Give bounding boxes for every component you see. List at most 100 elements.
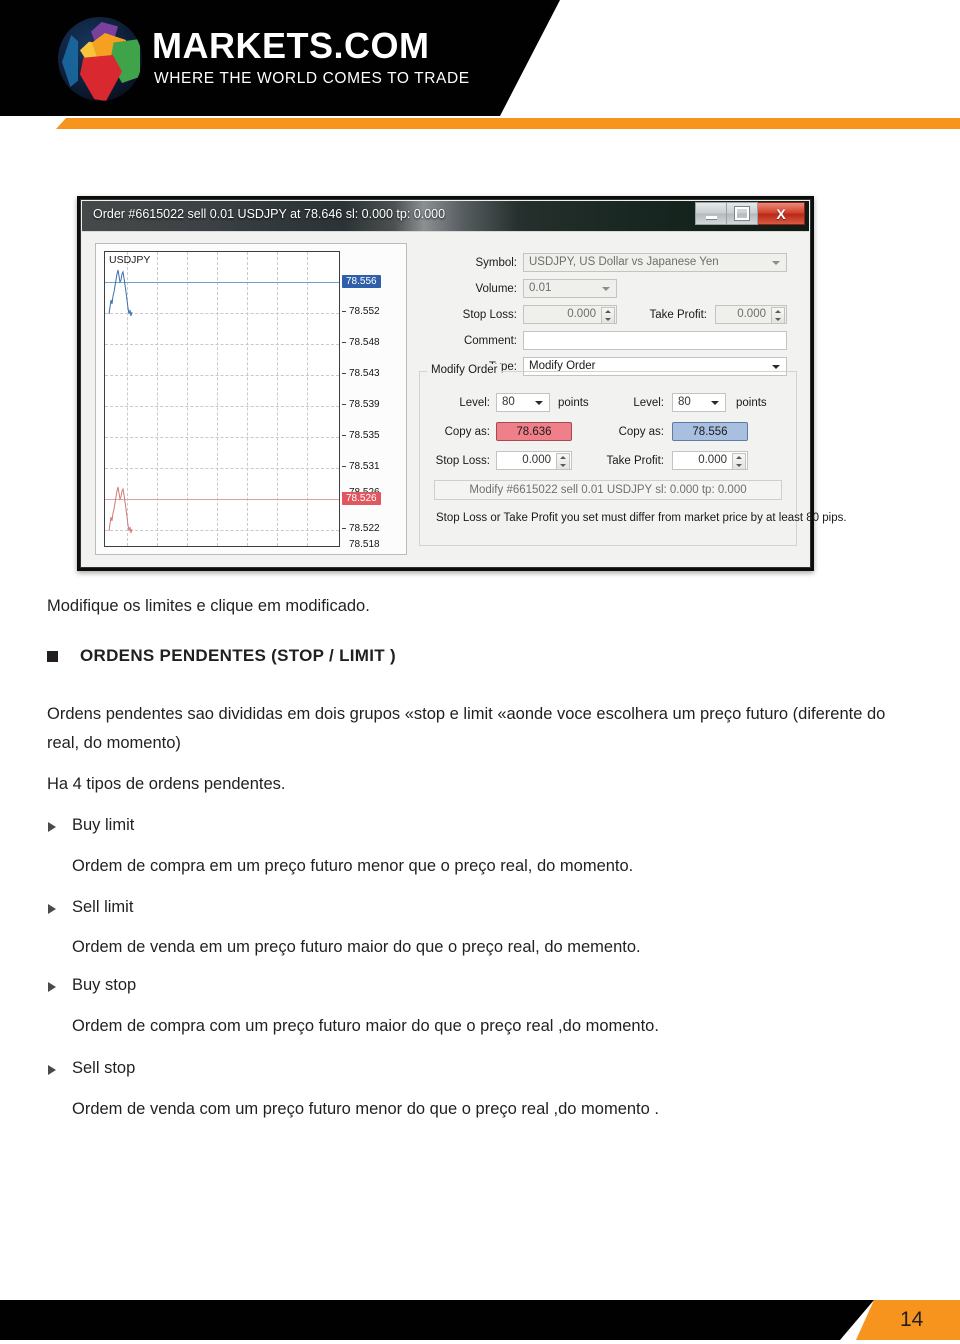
stop-loss-input[interactable]: 0.000 <box>523 305 617 324</box>
price-tick: 78.522 <box>342 523 380 534</box>
dialog-body: USDJPY 78.556 78.552 78.548 78.543 78.53… <box>82 231 847 567</box>
chart-symbol-label: USDJPY <box>109 254 151 266</box>
globe-logo-icon <box>58 17 142 101</box>
symbol-value: USDJPY, US Dollar vs Japanese Yen <box>529 256 719 268</box>
price-tick: 78.535 <box>342 430 380 441</box>
symbol-select[interactable]: USDJPY, US Dollar vs Japanese Yen <box>523 253 787 272</box>
figure-caption: Modifique os limites e clique em modific… <box>47 597 370 615</box>
copy-as-stop-loss-button[interactable]: 78.636 <box>496 422 572 441</box>
order-type-description: Ordem de compra em um preço futuro menor… <box>72 857 634 875</box>
group-stop-loss-stepper[interactable] <box>556 453 570 470</box>
take-profit-label: Take Profit: <box>649 309 707 321</box>
chevron-down-icon <box>772 260 780 265</box>
right-level-select[interactable]: 80 <box>672 393 726 412</box>
order-modify-dialog: Order #6615022 sell 0.01 USDJPY at 78.64… <box>80 199 847 568</box>
order-type-title: Sell stop <box>72 1059 136 1077</box>
bid-price-badge: 78.526 <box>342 492 381 505</box>
page-number: 14 <box>900 1308 924 1331</box>
page-footer: 14 <box>0 1300 960 1344</box>
footer-black-bar <box>0 1300 874 1340</box>
take-profit-value: 0.000 <box>737 308 766 320</box>
left-stop-loss-label: Stop Loss: <box>435 455 490 467</box>
symbol-label: Symbol: <box>475 257 517 269</box>
left-level-select[interactable]: 80 <box>496 393 550 412</box>
order-type-title: Buy limit <box>72 816 135 834</box>
volume-value: 0.01 <box>529 282 552 294</box>
order-type-title: Buy stop <box>72 976 137 994</box>
group-take-profit-value: 0.000 <box>698 454 727 466</box>
volume-label: Volume: <box>475 283 517 295</box>
price-tick: 78.531 <box>342 461 380 472</box>
close-button[interactable]: X <box>758 202 805 225</box>
stop-loss-value: 0.000 <box>567 308 596 320</box>
comment-input[interactable] <box>523 331 787 350</box>
price-tick: 78.543 <box>342 368 380 379</box>
globe-ocean-shape <box>62 35 78 87</box>
right-take-profit-label: Take Profit: <box>606 455 664 467</box>
right-level-label: Level: <box>633 397 664 409</box>
mt4-screenshot-figure: Order #6615022 sell 0.01 USDJPY at 78.64… <box>77 196 847 571</box>
price-tick: 78.548 <box>342 337 380 348</box>
globe-red-continent <box>80 55 122 101</box>
chart-tick-series <box>108 269 133 534</box>
order-type-description: Ordem de venda em um preço futuro maior … <box>72 938 641 956</box>
list-bullet-icon <box>48 904 56 914</box>
right-points-label: points <box>736 397 767 409</box>
ask-price-badge: 78.556 <box>342 275 381 288</box>
group-stop-loss-value: 0.000 <box>522 454 551 466</box>
left-copy-as-label: Copy as: <box>444 426 490 438</box>
price-chart-panel: USDJPY 78.556 78.552 78.548 78.543 78.53… <box>95 243 407 555</box>
dialog-title: Order #6615022 sell 0.01 USDJPY at 78.64… <box>93 207 446 221</box>
dialog-titlebar: Order #6615022 sell 0.01 USDJPY at 78.64… <box>82 201 809 231</box>
section-heading: ORDENS PENDENTES (STOP / LIMIT ) <box>80 646 396 665</box>
price-tick: 78.552 <box>342 306 380 317</box>
chevron-down-icon <box>772 364 780 369</box>
order-type-description: Ordem de venda com um preço futuro menor… <box>72 1100 659 1118</box>
stop-loss-label: Stop Loss: <box>462 309 517 321</box>
window-controls: X <box>695 202 805 225</box>
maximize-button[interactable] <box>727 202 758 225</box>
group-take-profit-stepper[interactable] <box>732 453 746 470</box>
left-points-label: points <box>558 397 589 409</box>
price-tick: 78.518 <box>342 539 380 550</box>
group-stop-loss-input[interactable]: 0.000 <box>496 451 572 470</box>
list-bullet-icon <box>48 982 56 992</box>
order-form: Symbol: USDJPY, US Dollar vs Japanese Ye… <box>419 243 847 555</box>
chevron-down-icon <box>711 400 719 405</box>
list-bullet-icon <box>48 1065 56 1075</box>
page-header: MARKETS.COM WHERE THE WORLD COMES TO TRA… <box>0 0 960 116</box>
modify-order-button[interactable]: Modify #6615022 sell 0.01 USDJPY sl: 0.0… <box>434 480 782 500</box>
chevron-down-icon <box>602 286 610 291</box>
volume-select[interactable]: 0.01 <box>523 279 617 298</box>
copy-as-take-profit-button[interactable]: 78.556 <box>672 422 748 441</box>
order-type-title: Sell limit <box>72 898 134 916</box>
left-level-value: 80 <box>502 396 515 408</box>
list-bullet-icon <box>48 822 56 832</box>
order-type-description: Ordem de compra com um preço futuro maio… <box>72 1017 659 1035</box>
brand-tagline: WHERE THE WORLD COMES TO TRADE <box>154 70 470 87</box>
price-tick: 78.539 <box>342 399 380 410</box>
chart-price-axis: 78.556 78.552 78.548 78.543 78.539 78.53… <box>342 251 402 550</box>
brand-wordmark: MARKETS.COM <box>152 25 430 66</box>
section-intro-paragraph: Ordens pendentes sao divididas em dois g… <box>47 705 886 752</box>
comment-label: Comment: <box>463 335 517 347</box>
minimize-icon <box>705 215 717 219</box>
minimize-button[interactable] <box>695 202 727 225</box>
modify-warning-text: Stop Loss or Take Profit you set must di… <box>436 512 847 524</box>
header-accent-bar <box>0 116 960 130</box>
modify-order-group-title: Modify Order <box>427 364 502 376</box>
chart-plot-area: USDJPY <box>104 251 340 547</box>
maximize-icon <box>735 207 749 220</box>
right-copy-as-label: Copy as: <box>618 426 664 438</box>
left-level-label: Level: <box>459 397 490 409</box>
right-level-value: 80 <box>678 396 691 408</box>
chevron-down-icon <box>535 400 543 405</box>
take-profit-stepper[interactable] <box>771 307 785 324</box>
modify-order-groupbox: Modify Order Level: 80 points Copy as: 7… <box>419 364 847 546</box>
stop-loss-stepper[interactable] <box>601 307 615 324</box>
order-type-count-line: Ha 4 tipos de ordens pendentes. <box>47 775 286 793</box>
group-take-profit-input[interactable]: 0.000 <box>672 451 748 470</box>
take-profit-input[interactable]: 0.000 <box>715 305 787 324</box>
header-accent-bar-fill <box>56 118 960 129</box>
section-bullet-icon <box>47 651 58 662</box>
